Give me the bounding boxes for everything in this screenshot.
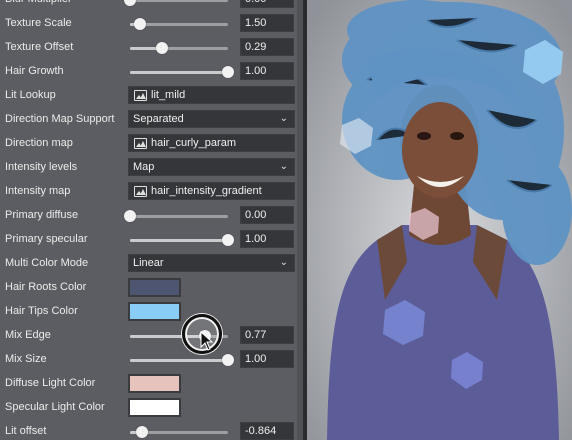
direction-map-support-dropdown[interactable]: Separated ⌄ [128, 110, 295, 128]
property-row-hair-growth: Hair Growth 1.00 [0, 60, 303, 84]
property-row-multi-color-mode: Multi Color Mode Linear ⌄ [0, 252, 303, 276]
slider-thumb[interactable] [124, 210, 136, 222]
mix-size-value-field[interactable]: 1.00 [240, 350, 294, 368]
hair-roots-color-color-swatch[interactable] [128, 278, 181, 297]
property-label: Texture Scale [5, 17, 72, 29]
property-row-direction-map-support: Direction Map Support Separated ⌄ [0, 108, 303, 132]
property-row-primary-specular: Primary specular 1.00 [0, 228, 303, 252]
dropdown-value: Separated [133, 113, 184, 125]
hair-growth-slider[interactable] [130, 66, 234, 78]
property-row-intensity-map: Intensity map hair_intensity_gradient [0, 180, 303, 204]
preview-viewport[interactable] [307, 0, 572, 440]
property-row-intensity-levels: Intensity levels Map ⌄ [0, 156, 303, 180]
lit-lookup-asset-field[interactable]: lit_mild [128, 86, 295, 104]
primary-diffuse-slider[interactable] [124, 210, 228, 222]
dropdown-value: Map [133, 161, 155, 173]
property-label: Blur Multiplier [5, 0, 72, 5]
property-row-specular-light-color: Specular Light Color [0, 396, 303, 420]
property-label: Hair Tips Color [5, 305, 78, 317]
property-label: Lit Lookup [5, 89, 56, 101]
slider-fill [130, 239, 228, 242]
image-icon [134, 90, 147, 101]
property-row-texture-offset: Texture Offset 0.29 [0, 36, 303, 60]
property-row-diffuse-light-color: Diffuse Light Color [0, 372, 303, 396]
primary-diffuse-value-field[interactable]: 0.00 [240, 206, 294, 224]
property-row-mix-size: Mix Size 1.00 [0, 348, 303, 372]
image-icon [134, 186, 147, 197]
dropdown-value: Linear [133, 257, 164, 269]
property-label: Direction map [5, 137, 73, 149]
lit-offset-value-field[interactable]: -0.864 [240, 422, 294, 440]
property-row-lit-lookup: Lit Lookup lit_mild [0, 84, 303, 108]
slider-thumb[interactable] [222, 354, 234, 366]
property-row-blur-multiplier: Blur Multiplier 0.00 [0, 0, 303, 12]
cursor-arrow-icon [200, 331, 214, 351]
property-label: Intensity map [5, 185, 71, 197]
slider-thumb[interactable] [156, 42, 169, 54]
image-icon [134, 138, 147, 149]
properties-panel: Blur Multiplier0.00Texture Scale1.50Text… [0, 0, 303, 440]
texture-offset-value-field[interactable]: 0.29 [240, 38, 294, 56]
property-label: Direction Map Support [5, 113, 115, 125]
property-row-mix-edge: Mix Edge 0.77 [0, 324, 303, 348]
preview-scene [307, 0, 572, 440]
hair-growth-value-field[interactable]: 1.00 [240, 62, 294, 80]
property-label: Diffuse Light Color [5, 377, 96, 389]
property-label: Hair Growth [5, 65, 64, 77]
property-label: Hair Roots Color [5, 281, 87, 293]
slider-thumb[interactable] [133, 18, 146, 30]
slider-fill [130, 71, 228, 74]
property-label: Texture Offset [5, 41, 74, 53]
property-label: Lit offset [5, 425, 47, 437]
direction-map-asset-field[interactable]: hair_curly_param [128, 134, 295, 152]
property-label: Primary specular [5, 233, 88, 245]
lit-offset-slider[interactable] [130, 426, 228, 438]
texture-offset-slider[interactable] [130, 42, 228, 54]
chevron-down-icon: ⌄ [279, 161, 288, 172]
property-row-hair-tips-color: Hair Tips Color [0, 300, 303, 324]
diffuse-light-color-color-swatch[interactable] [128, 374, 181, 393]
asset-name: hair_intensity_gradient [151, 185, 262, 197]
property-label: Intensity levels [5, 161, 78, 173]
texture-scale-slider[interactable] [130, 18, 228, 30]
slider-thumb[interactable] [222, 66, 234, 78]
intensity-map-asset-field[interactable]: hair_intensity_gradient [128, 182, 295, 200]
property-label: Primary diffuse [5, 209, 79, 221]
property-row-direction-map: Direction map hair_curly_param [0, 132, 303, 156]
property-row-hair-roots-color: Hair Roots Color [0, 276, 303, 300]
property-label: Multi Color Mode [5, 257, 89, 269]
slider-thumb[interactable] [135, 426, 148, 438]
texture-scale-value-field[interactable]: 1.50 [240, 14, 294, 32]
blur-multiplier-value-field[interactable]: 0.00 [240, 0, 294, 8]
multi-color-mode-dropdown[interactable]: Linear ⌄ [128, 254, 295, 272]
specular-light-color-color-swatch[interactable] [128, 398, 181, 417]
property-label: Specular Light Color [5, 401, 105, 413]
slider-fill [130, 359, 228, 362]
blur-multiplier-slider[interactable] [124, 0, 228, 6]
primary-specular-slider[interactable] [130, 234, 234, 246]
property-row-texture-scale: Texture Scale 1.50 [0, 12, 303, 36]
chevron-down-icon: ⌄ [279, 113, 288, 124]
slider-thumb[interactable] [124, 0, 136, 6]
property-row-lit-offset: Lit offset -0.864 [0, 420, 303, 440]
hair-tips-color-color-swatch[interactable] [128, 302, 181, 321]
asset-name: hair_curly_param [151, 137, 236, 149]
property-label: Mix Size [5, 353, 47, 365]
property-row-primary-diffuse: Primary diffuse 0.00 [0, 204, 303, 228]
chevron-down-icon: ⌄ [279, 257, 288, 268]
asset-name: lit_mild [151, 89, 186, 101]
intensity-levels-dropdown[interactable]: Map ⌄ [128, 158, 295, 176]
mix-edge-value-field[interactable]: 0.77 [240, 326, 294, 344]
primary-specular-value-field[interactable]: 1.00 [240, 230, 294, 248]
slider-thumb[interactable] [222, 234, 234, 246]
property-label: Mix Edge [5, 329, 51, 341]
mix-size-slider[interactable] [130, 354, 234, 366]
